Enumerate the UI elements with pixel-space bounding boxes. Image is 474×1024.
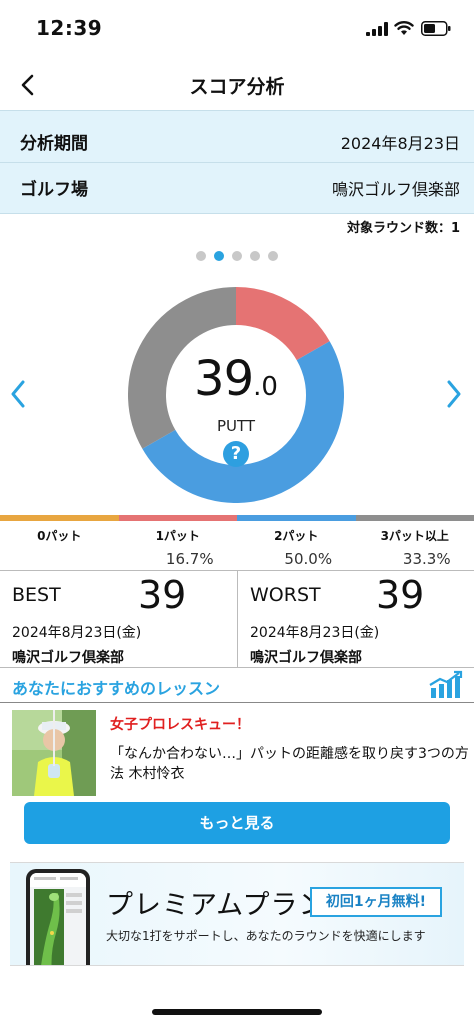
premium-plan-banner[interactable]: プレミアムプラン 初回1ヶ月無料! 大切な1打をサポートし、あなたのラウンドを快… bbox=[10, 862, 464, 966]
value-decimal: .0 bbox=[253, 372, 278, 402]
next-arrow-icon[interactable] bbox=[442, 378, 466, 410]
page-title: スコア分析 bbox=[189, 76, 285, 98]
lesson-card[interactable]: 女子プロレスキュー！ 「なんか合わない…」パットの距離感を取り戻す3つの方法 木… bbox=[12, 710, 469, 796]
status-bar: 12:39 bbox=[0, 0, 474, 60]
premium-title: プレミアムプラン bbox=[106, 890, 327, 921]
best-worst-panel: BEST 39 2024年8月23日(金) 鳴沢ゴルフ倶楽部 WORST 39 … bbox=[0, 570, 474, 668]
lessons-title: あなたにおすすめのレッスン bbox=[12, 679, 221, 698]
legend-value: 33.3% bbox=[402, 550, 451, 568]
lessons-header: あなたにおすすめのレッスン bbox=[0, 669, 474, 703]
wifi-icon bbox=[394, 21, 414, 35]
value-main: 39 bbox=[194, 351, 254, 407]
best-value: 39 bbox=[138, 573, 187, 617]
worst-value: 39 bbox=[376, 573, 425, 617]
growth-chart-icon bbox=[429, 670, 463, 698]
legend-label: 2パット bbox=[274, 529, 319, 543]
worst-course: 鳴沢ゴルフ倶楽部 bbox=[250, 650, 362, 666]
worst-date: 2024年8月23日(金) bbox=[250, 625, 380, 641]
nav-bar: スコア分析 bbox=[0, 60, 474, 110]
analysis-info-box: 分析期間 2024年8月23日 ゴルフ場 鳴沢ゴルフ倶楽部 bbox=[0, 110, 474, 214]
legend-item: 3パット以上 33.3% bbox=[356, 521, 474, 568]
status-time: 12:39 bbox=[36, 16, 103, 40]
putt-donut-chart: 39.0 PUTT ? bbox=[128, 287, 344, 503]
average-putt-value: 39.0 bbox=[128, 351, 344, 407]
legend-label: 1パット bbox=[155, 529, 200, 543]
carousel-dot[interactable] bbox=[268, 251, 278, 261]
course-label: ゴルフ場 bbox=[20, 180, 88, 200]
premium-subtitle: 大切な1打をサポートし、あなたのラウンドを快適にします bbox=[106, 929, 426, 943]
best-label: BEST bbox=[12, 584, 61, 606]
legend-value: 16.7% bbox=[165, 550, 214, 568]
course-row: ゴルフ場 鳴沢ゴルフ倶楽部 bbox=[0, 163, 474, 209]
lesson-tag: 女子プロレスキュー！ bbox=[110, 717, 250, 733]
carousel-page-dots[interactable] bbox=[0, 246, 474, 261]
round-count: 対象ラウンド数：1 bbox=[346, 221, 460, 236]
free-trial-badge: 初回1ヶ月無料! bbox=[310, 887, 442, 917]
carousel-dot[interactable] bbox=[214, 251, 224, 261]
period-value: 2024年8月23日 bbox=[340, 134, 460, 153]
phone-screen bbox=[30, 873, 86, 965]
worst-label: WORST bbox=[250, 584, 321, 606]
legend-item: 0パット bbox=[0, 521, 119, 550]
putt-legend: 0パット 1パット 16.7% 2パット 50.0% 3パット以上 33.3% bbox=[0, 521, 474, 571]
phone-mockup-image bbox=[26, 869, 90, 965]
course-map-illustration bbox=[30, 873, 86, 965]
donut-slice-1パット bbox=[235, 287, 330, 361]
best-score-card: BEST 39 2024年8月23日(金) 鳴沢ゴルフ倶楽部 bbox=[0, 571, 237, 667]
value-unit: PUTT bbox=[216, 417, 256, 435]
course-value: 鳴沢ゴルフ倶楽部 bbox=[331, 180, 460, 199]
home-indicator bbox=[152, 1009, 322, 1015]
legend-value: 50.0% bbox=[284, 550, 333, 568]
period-row: 分析期間 2024年8月23日 bbox=[0, 117, 474, 163]
legend-item: 1パット 16.7% bbox=[119, 521, 238, 568]
carousel-dot[interactable] bbox=[196, 251, 206, 261]
best-course: 鳴沢ゴルフ倶楽部 bbox=[12, 650, 124, 666]
best-date: 2024年8月23日(金) bbox=[12, 625, 142, 641]
lesson-description: 「なんか合わない…」パットの距離感を取り戻す3つの方法 木村怜衣 bbox=[110, 746, 469, 782]
lesson-thumbnail-image bbox=[12, 710, 96, 796]
worst-score-card: WORST 39 2024年8月23日(金) 鳴沢ゴルフ倶楽部 bbox=[237, 571, 474, 667]
period-label: 分析期間 bbox=[20, 134, 88, 154]
previous-arrow-icon[interactable] bbox=[6, 378, 30, 410]
legend-label: 3パット以上 bbox=[380, 529, 449, 543]
carousel-dot[interactable] bbox=[250, 251, 260, 261]
legend-item: 2パット 50.0% bbox=[237, 521, 356, 568]
cellular-signal-icon bbox=[366, 22, 388, 36]
carousel-dot[interactable] bbox=[232, 251, 242, 261]
help-icon[interactable]: ? bbox=[223, 441, 249, 467]
legend-label: 0パット bbox=[37, 529, 82, 543]
see-more-button[interactable]: もっと見る bbox=[24, 802, 450, 844]
battery-icon bbox=[421, 21, 451, 36]
